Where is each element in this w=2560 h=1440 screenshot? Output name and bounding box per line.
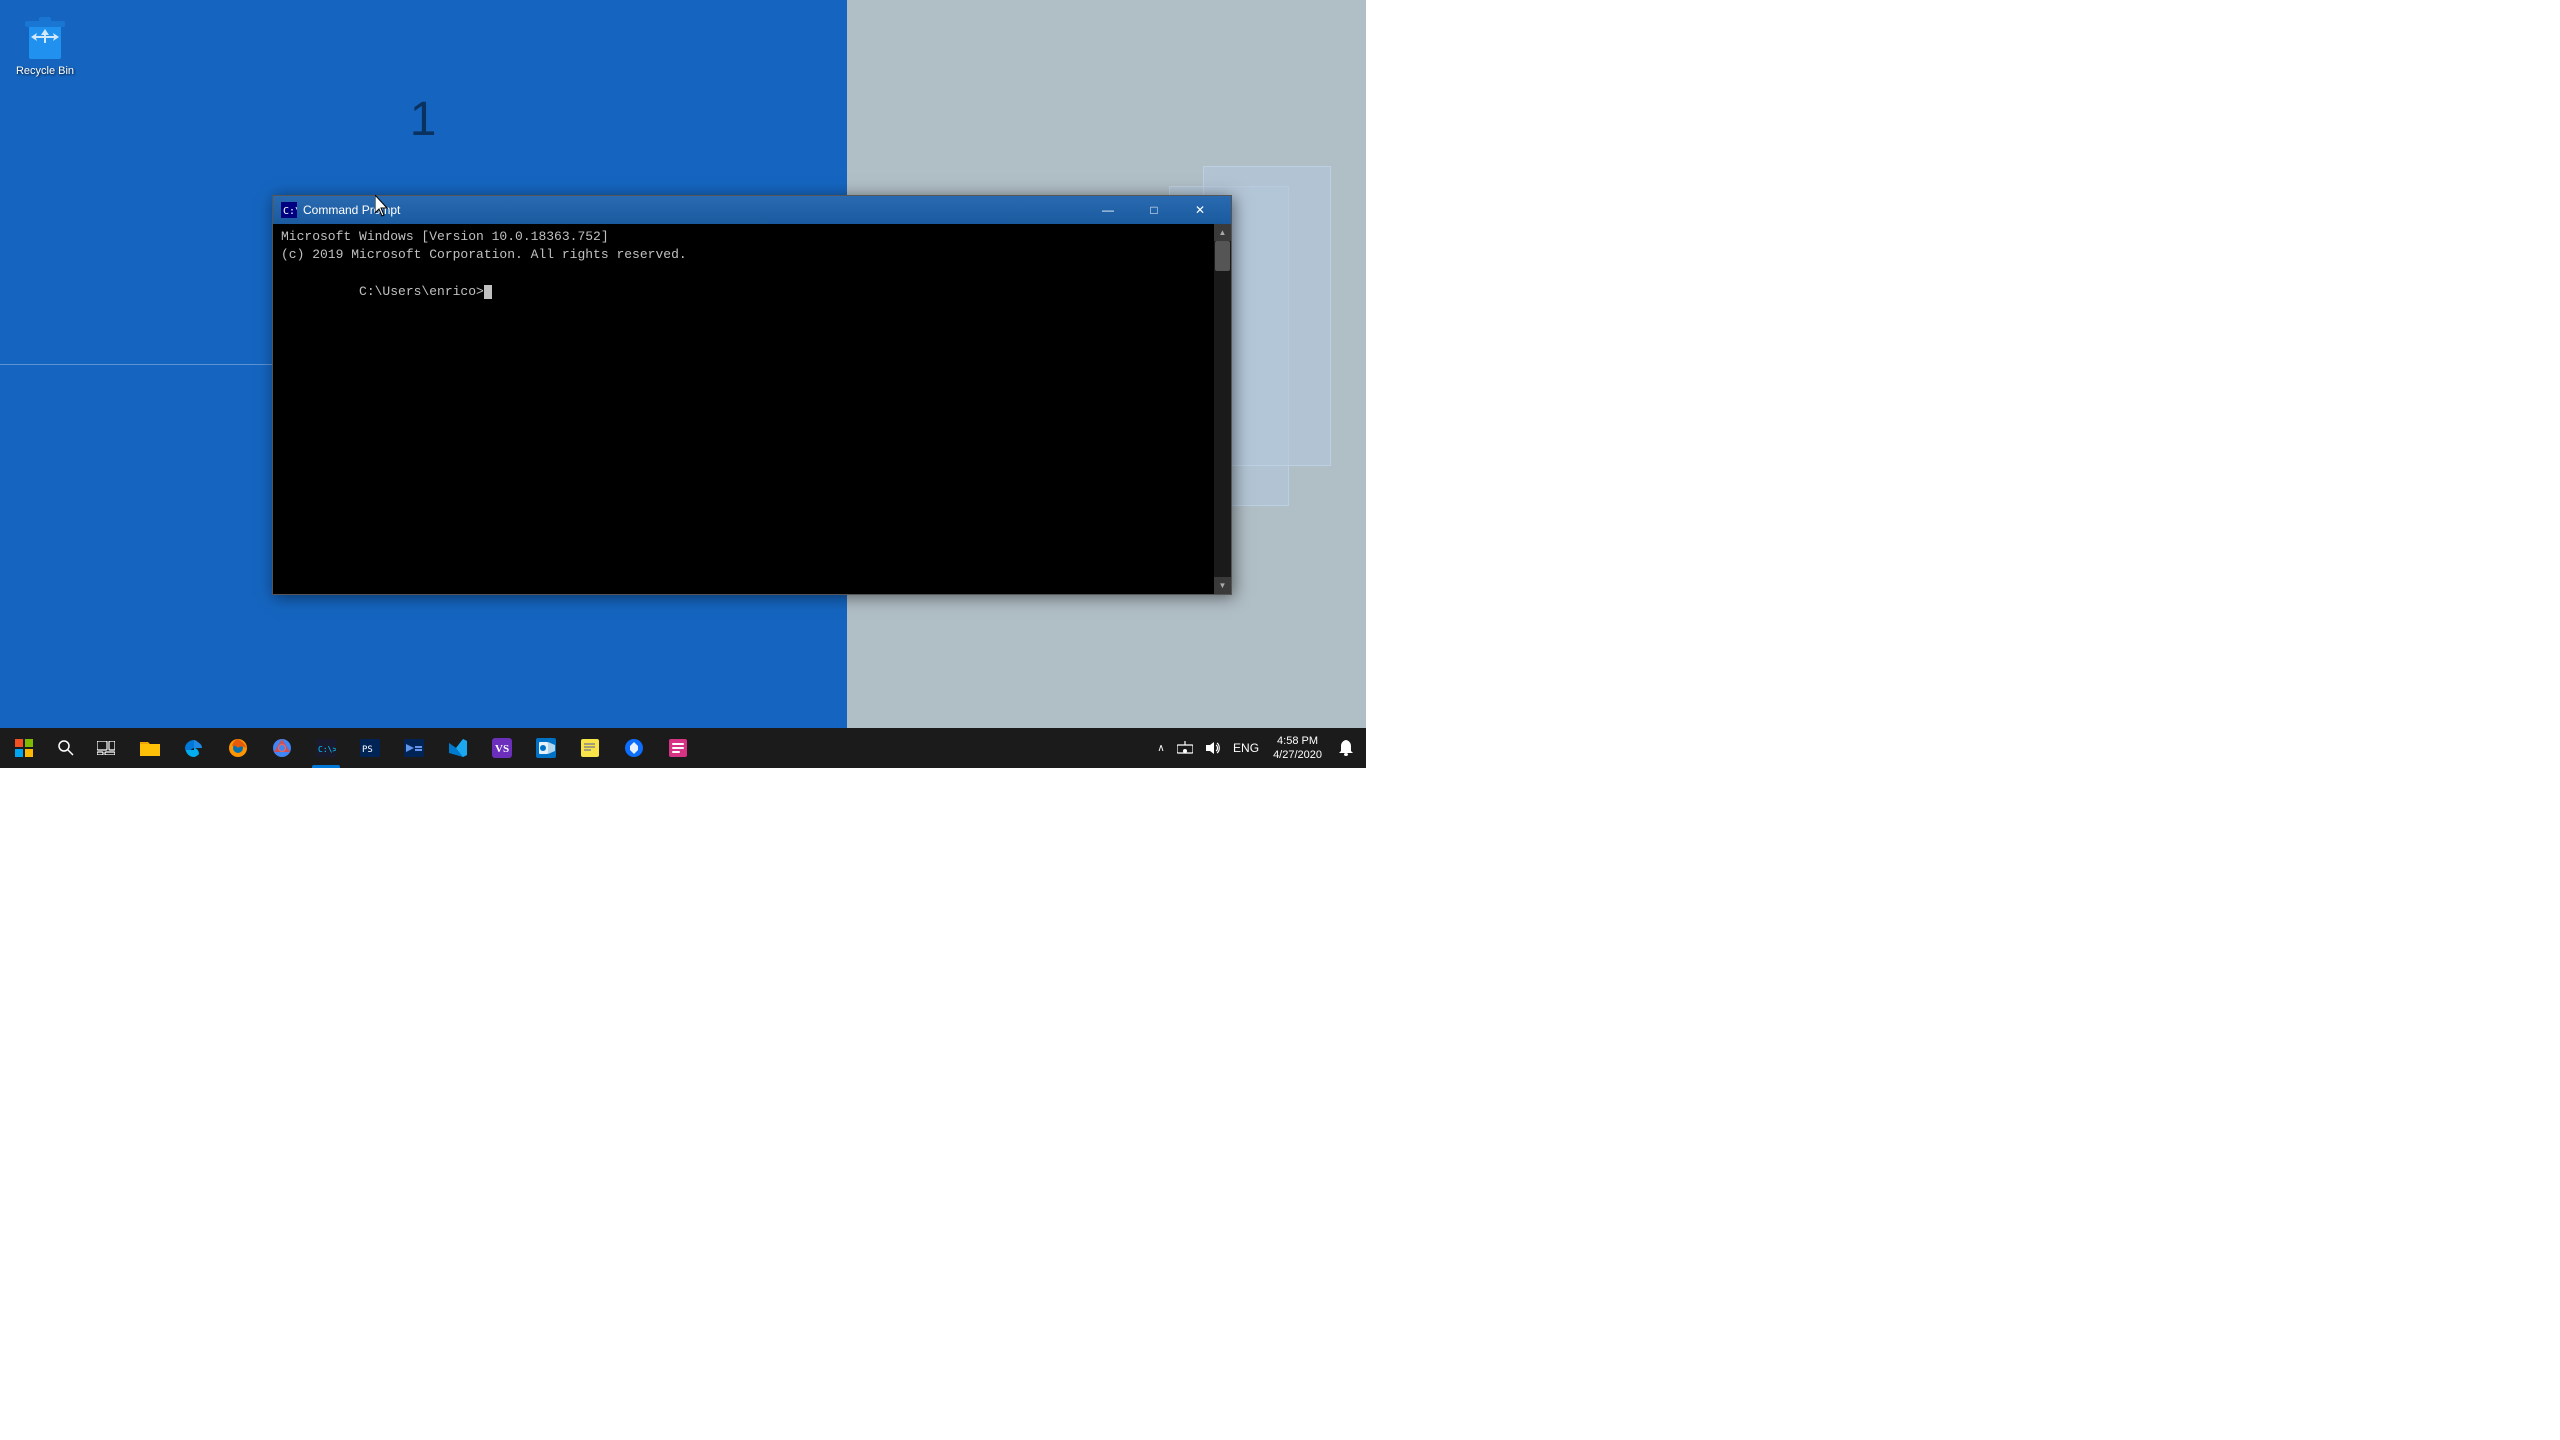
taskbar-app-sticky[interactable] <box>568 728 612 768</box>
svg-text:VS: VS <box>495 743 509 755</box>
tray-date: 4/27/2020 <box>1273 748 1322 762</box>
taskbar-app-misc2[interactable] <box>656 728 700 768</box>
cmd-scrollbar[interactable]: ▲ ▼ <box>1214 224 1231 594</box>
cmd-content[interactable]: Microsoft Windows [Version 10.0.18363.75… <box>273 224 1214 594</box>
search-button[interactable] <box>48 728 84 768</box>
start-button[interactable] <box>0 728 48 768</box>
taskbar-app-powershell-dark[interactable]: PS <box>348 728 392 768</box>
tray-notification-button[interactable] <box>1330 728 1362 768</box>
tray-time: 4:58 PM <box>1277 734 1318 748</box>
recycle-bin[interactable]: Recycle Bin <box>5 5 85 82</box>
tray-volume-icon[interactable] <box>1199 728 1227 768</box>
taskbar-app-firefox[interactable] <box>216 728 260 768</box>
vscode-icon <box>448 738 468 758</box>
taskbar-app-vs[interactable]: VS <box>480 728 524 768</box>
cmd-line-4: C:\Users\enrico> <box>281 264 1206 319</box>
task-view-button[interactable] <box>84 728 128 768</box>
cmd-cursor <box>484 285 492 299</box>
tray-clock[interactable]: 4:58 PM 4/27/2020 <box>1265 728 1330 768</box>
vs-icon: VS <box>492 738 512 758</box>
maximize-button[interactable]: □ <box>1131 196 1177 224</box>
cmd-controls: — □ ✕ <box>1085 196 1223 224</box>
tray-network-icon[interactable] <box>1171 728 1199 768</box>
cmd-window: C:\ Command Prompt — □ ✕ Microsoft Windo… <box>272 195 1232 595</box>
cmd-line-1: Microsoft Windows [Version 10.0.18363.75… <box>281 228 1206 246</box>
task-view-icon <box>97 741 115 755</box>
misc2-icon <box>668 738 688 758</box>
minimize-button[interactable]: — <box>1085 196 1131 224</box>
powershell-dark-icon: PS <box>360 739 380 757</box>
edge-icon <box>184 738 204 758</box>
scrollbar-down-arrow[interactable]: ▼ <box>1214 577 1231 594</box>
recycle-bin-icon <box>21 9 69 61</box>
scrollbar-thumb[interactable] <box>1215 241 1230 271</box>
notification-icon <box>1338 739 1354 757</box>
misc1-icon <box>624 738 644 758</box>
powershell-blue-icon <box>404 739 424 757</box>
taskbar-apps: C:\>_ PS <box>128 728 1151 768</box>
taskbar-app-chrome[interactable] <box>260 728 304 768</box>
windows-logo-icon <box>15 739 33 757</box>
taskbar: C:\>_ PS <box>0 728 1366 768</box>
svg-text:C:\: C:\ <box>283 206 297 217</box>
volume-icon <box>1205 741 1221 755</box>
search-icon <box>58 740 74 756</box>
tray-icons <box>1171 728 1227 768</box>
cmd-line-2: (c) 2019 Microsoft Corporation. All righ… <box>281 246 1206 264</box>
taskbar-app-outlook[interactable] <box>524 728 568 768</box>
sticky-notes-icon <box>580 738 600 758</box>
taskbar-app-misc1[interactable] <box>612 728 656 768</box>
file-explorer-icon <box>140 739 160 757</box>
cmd-titlebar[interactable]: C:\ Command Prompt — □ ✕ <box>273 196 1231 224</box>
network-icon <box>1177 741 1193 755</box>
cmd-title-text: Command Prompt <box>303 203 1085 217</box>
taskbar-app-file-explorer[interactable] <box>128 728 172 768</box>
cmd-icon: C:\>_ <box>316 739 336 757</box>
recycle-bin-label: Recycle Bin <box>9 65 81 78</box>
outlook-icon <box>536 738 556 758</box>
svg-text:PS: PS <box>362 745 373 755</box>
system-tray: ∧ <box>1151 728 1366 768</box>
scrollbar-up-arrow[interactable]: ▲ <box>1214 224 1231 241</box>
scrollbar-track[interactable] <box>1214 241 1231 577</box>
cmd-title-icon: C:\ <box>281 202 297 218</box>
tray-language[interactable]: ENG <box>1227 728 1265 768</box>
taskbar-app-edge[interactable] <box>172 728 216 768</box>
taskbar-app-cmd[interactable]: C:\>_ <box>304 728 348 768</box>
close-button[interactable]: ✕ <box>1177 196 1223 224</box>
cmd-body[interactable]: Microsoft Windows [Version 10.0.18363.75… <box>273 224 1231 594</box>
tray-hidden-icons-button[interactable]: ∧ <box>1151 728 1171 768</box>
desktop: 1 3 Recycle Bin C:\ Command Prompt <box>0 0 1366 768</box>
svg-text:C:\>_: C:\>_ <box>318 745 336 754</box>
taskbar-app-vscode[interactable] <box>436 728 480 768</box>
firefox-icon <box>228 738 248 758</box>
chrome-icon <box>272 738 292 758</box>
taskbar-app-powershell-blue[interactable] <box>392 728 436 768</box>
